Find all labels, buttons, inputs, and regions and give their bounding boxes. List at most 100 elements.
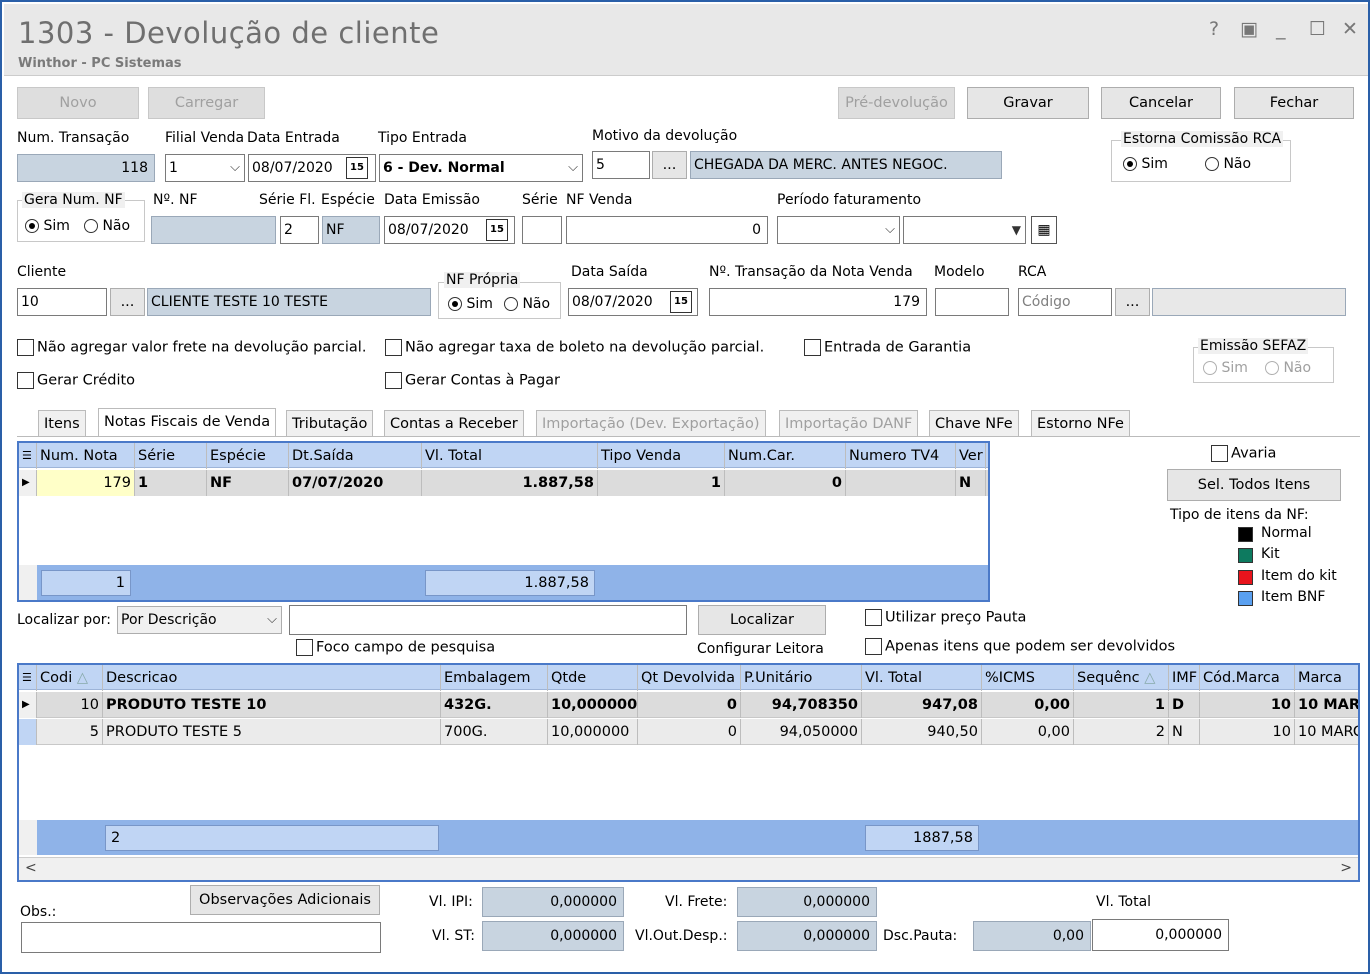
carregar-button[interactable]: Carregar: [148, 87, 265, 119]
calendar-icon[interactable]: 15: [670, 291, 692, 313]
col-dt-saida[interactable]: Dt.Saída: [289, 443, 422, 469]
periodo-end-select[interactable]: ▼: [903, 216, 1026, 244]
num-trans-nota-field[interactable]: 179: [709, 288, 927, 316]
tab-tributacao[interactable]: Tributação: [286, 410, 374, 436]
tab-importacao-danf[interactable]: Importação DANF: [779, 410, 919, 436]
col-imf[interactable]: IMF: [1169, 665, 1200, 691]
localizar-por-select[interactable]: Por Descrição ⌵: [117, 606, 282, 634]
nf-propria-nao-radio[interactable]: Não: [504, 296, 550, 312]
motivo-code-field[interactable]: 5: [592, 151, 650, 179]
gera-nf-nao-radio[interactable]: Não: [84, 218, 130, 234]
table-row[interactable]: 5 PRODUTO TESTE 5 700G. 10,000000 0 94,0…: [19, 719, 1358, 745]
cell-icms[interactable]: 0,00: [982, 719, 1074, 745]
col-vl-total[interactable]: Vl. Total: [422, 443, 598, 469]
col-ver[interactable]: Ver: [956, 443, 986, 469]
gerar-contas-checkbox[interactable]: Gerar Contas à Pagar: [385, 372, 560, 389]
cell-imf[interactable]: D: [1169, 692, 1200, 718]
cell-marca[interactable]: 10 MARCA: [1295, 719, 1358, 745]
cell-serie[interactable]: 1: [135, 470, 207, 496]
apenas-itens-checkbox[interactable]: Apenas itens que podem ser devolvidos: [865, 638, 1175, 655]
cell-p-unitario[interactable]: 94,708350: [741, 692, 862, 718]
cliente-code-field[interactable]: 10: [17, 288, 107, 316]
tab-contas-receber[interactable]: Contas a Receber: [384, 410, 524, 436]
filial-venda-select[interactable]: 1 ⌵: [165, 154, 245, 182]
cell-tipo-venda[interactable]: 1: [598, 470, 725, 496]
cell-qtde[interactable]: 10,000000: [548, 719, 638, 745]
table-row[interactable]: ▶ 10 PRODUTO TESTE 10 432G. 10,000000 0 …: [19, 692, 1358, 718]
cell-num-nota[interactable]: 179: [37, 470, 135, 496]
motivo-browse-button[interactable]: ...: [652, 151, 687, 179]
novo-button[interactable]: Novo: [17, 87, 139, 119]
cell-sequencia[interactable]: 2: [1074, 719, 1169, 745]
col-num-car[interactable]: Num.Car.: [725, 443, 846, 469]
cell-embalagem[interactable]: 432G.: [441, 692, 548, 718]
col-vl-total[interactable]: Vl. Total: [862, 665, 982, 691]
cell-dt-saida[interactable]: 07/07/2020: [289, 470, 422, 496]
cell-marca[interactable]: 10 MARCA: [1295, 692, 1358, 718]
col-tipo-venda[interactable]: Tipo Venda: [598, 443, 725, 469]
cell-ver[interactable]: N: [956, 470, 986, 496]
nao-agregar-frete-checkbox[interactable]: Não agregar valor frete na devolução par…: [17, 339, 366, 356]
table-row[interactable]: ▶ 179 1 NF 07/07/2020 1.887,58 1 0 N: [19, 470, 988, 496]
horizontal-scrollbar[interactable]: < >: [19, 857, 1358, 880]
entrada-garantia-checkbox[interactable]: Entrada de Garantia: [804, 339, 971, 356]
cell-codi[interactable]: 5: [37, 719, 103, 745]
periodo-select[interactable]: ⌵: [777, 216, 900, 244]
estorna-sim-radio[interactable]: Sim: [1123, 156, 1168, 172]
modelo-field[interactable]: [935, 288, 1009, 316]
emissao-sefaz-nao-radio[interactable]: Não: [1265, 360, 1311, 376]
tab-importacao-dev[interactable]: Importação (Dev. Exportação): [536, 410, 766, 436]
rca-browse-button[interactable]: ...: [1115, 288, 1150, 316]
col-p-unitario[interactable]: P.Unitário: [741, 665, 862, 691]
avaria-checkbox[interactable]: Avaria: [1211, 445, 1276, 462]
obs-adicionais-button[interactable]: Observações Adicionais: [190, 885, 380, 915]
nf-venda-field[interactable]: 0: [566, 216, 768, 244]
col-serie[interactable]: Série: [135, 443, 207, 469]
serie-fl-field[interactable]: 2: [280, 216, 319, 244]
col-marca[interactable]: Marca: [1295, 665, 1358, 691]
cell-icms[interactable]: 0,00: [982, 692, 1074, 718]
col-cod-marca[interactable]: Cód.Marca: [1200, 665, 1295, 691]
configurar-leitora-link[interactable]: Configurar Leitora: [697, 641, 824, 657]
col-embalagem[interactable]: Embalagem: [441, 665, 548, 691]
col-qt-devolvida[interactable]: Qt Devolvida: [638, 665, 741, 691]
tab-notas-fiscais[interactable]: Notas Fiscais de Venda: [98, 408, 277, 436]
cell-especie[interactable]: NF: [207, 470, 289, 496]
col-especie[interactable]: Espécie: [207, 443, 289, 469]
cell-num-car[interactable]: 0: [725, 470, 846, 496]
cancelar-button[interactable]: Cancelar: [1101, 87, 1221, 119]
tab-estorno-nfe[interactable]: Estorno NFe: [1031, 410, 1130, 436]
rca-code-field[interactable]: Código: [1018, 288, 1112, 316]
localizar-button[interactable]: Localizar: [698, 605, 826, 635]
col-icms[interactable]: %ICMS: [982, 665, 1074, 691]
col-descricao[interactable]: Descricao: [103, 665, 441, 691]
cell-vl-total[interactable]: 940,50: [862, 719, 982, 745]
foco-pesquisa-checkbox[interactable]: Foco campo de pesquisa: [296, 639, 495, 656]
cliente-browse-button[interactable]: ...: [110, 288, 145, 316]
emissao-sefaz-sim-radio[interactable]: Sim: [1203, 360, 1248, 376]
cell-qt-devolvida[interactable]: 0: [638, 719, 741, 745]
col-qtde[interactable]: Qtde: [548, 665, 638, 691]
tab-chave-nfe[interactable]: Chave NFe: [929, 410, 1019, 436]
cell-vl-total[interactable]: 1.887,58: [422, 470, 598, 496]
estorna-nao-radio[interactable]: Não: [1205, 156, 1251, 172]
col-sequencia[interactable]: Sequênc △: [1074, 665, 1169, 691]
sel-todos-button[interactable]: Sel. Todos Itens: [1167, 469, 1341, 501]
search-input[interactable]: [289, 605, 687, 635]
cell-descricao[interactable]: PRODUTO TESTE 10: [103, 692, 441, 718]
gravar-button[interactable]: Gravar: [967, 87, 1089, 119]
calendar-icon[interactable]: 15: [486, 219, 508, 241]
fechar-button[interactable]: Fechar: [1234, 87, 1354, 119]
cell-vl-total[interactable]: 947,08: [862, 692, 982, 718]
cell-numero-tv4[interactable]: [846, 470, 956, 496]
nao-agregar-taxa-checkbox[interactable]: Não agregar taxa de boleto na devolução …: [385, 339, 764, 356]
grid-menu-icon[interactable]: ☰: [19, 665, 37, 691]
col-codi[interactable]: Codi △: [37, 665, 103, 691]
cell-cod-marca[interactable]: 10: [1200, 719, 1295, 745]
cell-qtde[interactable]: 10,000000: [548, 692, 638, 718]
cell-sequencia[interactable]: 1: [1074, 692, 1169, 718]
utilizar-pauta-checkbox[interactable]: Utilizar preço Pauta: [865, 609, 1026, 626]
col-num-nota[interactable]: Num. Nota: [37, 443, 135, 469]
col-numero-tv4[interactable]: Numero TV4: [846, 443, 956, 469]
calendar-icon[interactable]: 15: [346, 157, 368, 179]
